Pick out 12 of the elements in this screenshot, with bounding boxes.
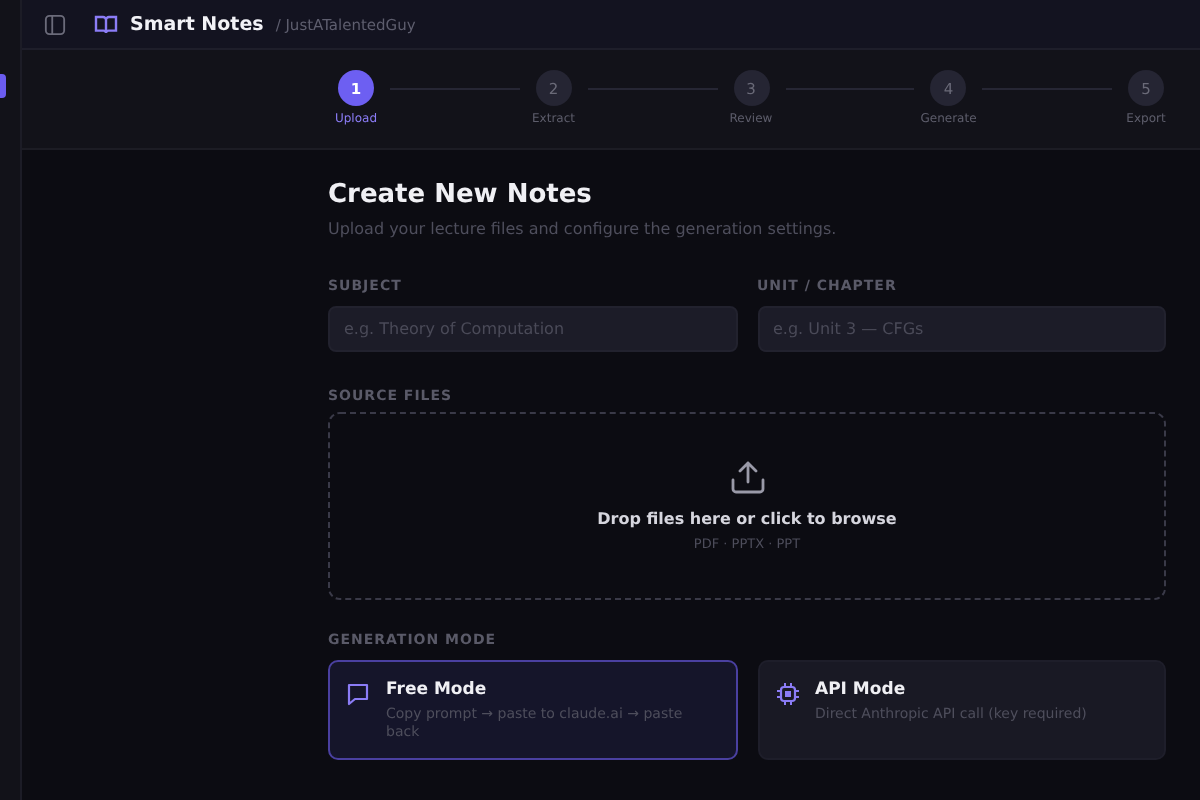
page-subtitle: Upload your lecture files and configure the generation settings. xyxy=(328,220,839,238)
page-title: Create New Notes xyxy=(328,180,594,210)
sidebar-toggle-icon[interactable] xyxy=(44,13,66,35)
drop-prompt: Drop files here or click to browse xyxy=(597,510,897,528)
upload-icon xyxy=(729,460,765,494)
mode-title: Free Mode xyxy=(386,680,489,700)
chat-icon xyxy=(346,682,370,706)
mode-title: API Mode xyxy=(815,680,908,700)
app-title: Smart Notes xyxy=(130,13,264,35)
chip-icon xyxy=(775,682,799,706)
book-icon xyxy=(94,14,118,34)
sidebar-indicator xyxy=(0,74,6,98)
